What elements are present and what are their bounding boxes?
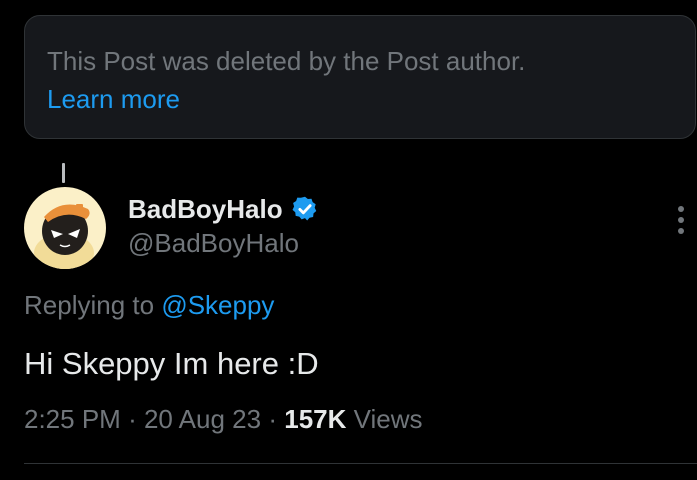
tweet-time[interactable]: 2:25 PM (24, 404, 121, 434)
deleted-post-notice: This Post was deleted by the Post author… (24, 15, 696, 139)
tweet-date[interactable]: 20 Aug 23 (144, 404, 261, 434)
author-name-row: BadBoyHalo (128, 192, 319, 226)
more-options-button[interactable] (668, 203, 694, 243)
more-vertical-icon (678, 206, 684, 234)
tweet-meta: 2:25 PM · 20 Aug 23 · 157K Views (24, 400, 423, 438)
thread-connector-line (62, 163, 65, 183)
deleted-notice-text: This Post was deleted by the Post author… (47, 46, 526, 76)
display-name[interactable]: BadBoyHalo (128, 194, 283, 225)
meta-separator: · (128, 404, 137, 434)
replying-to-label: Replying to (24, 290, 155, 320)
learn-more-link[interactable]: Learn more (47, 80, 695, 118)
avatar-image (24, 187, 106, 269)
tweet-text: Hi Skeppy Im here :D (24, 346, 319, 381)
mention-link[interactable]: @Skeppy (161, 290, 274, 320)
avatar[interactable] (24, 187, 106, 269)
author-handle[interactable]: @BadBoyHalo (128, 226, 299, 260)
views-label: Views (353, 404, 423, 434)
verified-badge-icon (291, 195, 319, 223)
meta-separator: · (268, 404, 277, 434)
divider (24, 463, 697, 464)
replying-to-line: Replying to @Skeppy (24, 287, 274, 323)
views-count: 157K (284, 404, 347, 434)
